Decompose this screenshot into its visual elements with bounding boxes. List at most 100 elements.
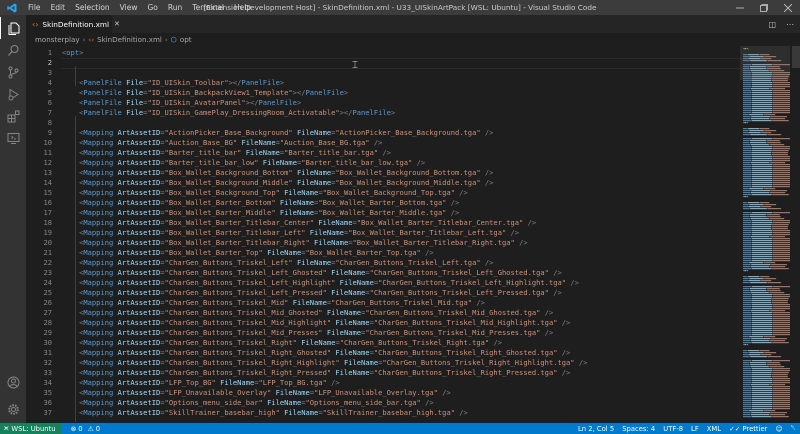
tab-skindefinition-xml[interactable]: ‹› SkinDefinition.xml ✕ [26,15,120,33]
code-line[interactable]: 2 [26,58,740,68]
end-of-line[interactable]: LF [687,425,703,433]
breadcrumb-file[interactable]: SkinDefinition.xml [97,35,162,44]
code-line[interactable]: 15 <Mapping ArtAssetID="Box_Wallet_Backg… [26,188,740,198]
explorer-button[interactable] [0,17,26,39]
problems-indicator[interactable]: ⊗ 0 ⚠ 0 [67,425,104,433]
menu-go[interactable]: Go [142,3,162,12]
feedback-button[interactable]: ☺ [771,425,786,433]
breadcrumb-folder[interactable]: monsterplay [35,35,80,44]
code-line[interactable]: 30 <Mapping ArtAssetID="CharGen_Buttons_… [26,338,740,348]
minimap-line [771,226,788,228]
cursor-position[interactable]: Ln 2, Col 5 [574,425,618,433]
search-button[interactable] [0,39,26,61]
code-line[interactable]: 24 <Mapping ArtAssetID="CharGen_Buttons_… [26,278,740,288]
code-line[interactable]: 11 <Mapping ArtAssetID="Barter_title_bar… [26,148,740,158]
close-window-button[interactable] [776,0,800,15]
code-line[interactable]: 29 <Mapping ArtAssetID="CharGen_Buttons_… [26,328,740,338]
code-line[interactable]: 18 <Mapping ArtAssetID="Box_Wallet_Barte… [26,218,740,228]
minimap-line [751,226,772,228]
menu-view[interactable]: View [115,3,143,12]
minimap-line [772,370,790,372]
split-editor-icon[interactable]: ◫ [768,20,776,29]
code-line[interactable]: 8 [26,118,740,128]
code-line[interactable]: 7 <PanelFile File="ID_UISkin_GamePlay_Dr… [26,108,740,118]
code-line[interactable]: 21 <Mapping ArtAssetID="Box_Wallet_Barte… [26,248,740,258]
encoding[interactable]: UTF-8 [659,425,687,433]
minimap-line [743,236,751,238]
minimap[interactable] [740,46,790,423]
token-p: /> [420,398,434,407]
code-line[interactable]: 37 <Mapping ArtAssetID="SkillTrainer_bas… [26,408,740,418]
indentation[interactable]: Spaces: 4 [618,425,659,433]
code-line[interactable]: 16 <Mapping ArtAssetID="Box_Wallet_Barte… [26,198,740,208]
code-line[interactable]: 26 <Mapping ArtAssetID="CharGen_Buttons_… [26,298,740,308]
minimap-line [772,324,790,326]
restore-button[interactable] [752,0,776,15]
menu-edit[interactable]: Edit [46,3,71,12]
minimap-slider[interactable] [740,46,790,80]
code-line[interactable]: 32 <Mapping ArtAssetID="CharGen_Buttons_… [26,358,740,368]
minimap-line [743,264,751,266]
code-line[interactable]: 4 <PanelFile File="ID_UISkin_Toolbar"></… [26,78,740,88]
minimize-button[interactable] [728,0,752,15]
minimap-line [760,202,770,204]
minimap-line [751,380,773,382]
menu-help[interactable]: Help [229,3,256,12]
minimap-line [769,118,786,120]
token-val: "Box_Wallet_Background_Bottom" [164,168,293,177]
code-line[interactable]: 17 <Mapping ArtAssetID="Box_Wallet_Barte… [26,208,740,218]
prettier-status[interactable]: ✓✓ Prettier [725,425,771,433]
code-editor[interactable]: ⌶ 1 <opt> 2 3 4 <PanelFile File="ID_UISkin_T… [26,46,800,423]
code-line[interactable]: 22 <Mapping ArtAssetID="CharGen_Buttons_… [26,258,740,268]
code-line[interactable]: 19 <Mapping ArtAssetID="Box_Wallet_Barte… [26,228,740,238]
run-debug-icon [8,88,19,100]
minimap-line [772,268,789,270]
code-line[interactable]: 9 <Mapping ArtAssetID="ActionPicker_Base… [26,128,740,138]
accounts-button[interactable] [0,371,26,393]
token-p: /> [369,138,383,147]
code-line[interactable]: 35 <Mapping ArtAssetID="LFP_Unavailable_… [26,388,740,398]
code-line[interactable]: 20 <Mapping ArtAssetID="Box_Wallet_Barte… [26,238,740,248]
source-control-button[interactable] [0,61,26,83]
minimap-line [750,290,767,292]
scrollbar-thumb[interactable] [792,46,800,68]
remote-indicator[interactable]: ⪤ WSL: Ubuntu [0,423,61,434]
code-line[interactable]: 13 <Mapping ArtAssetID="Box_Wallet_Backg… [26,168,740,178]
close-tab-icon[interactable]: ✕ [114,20,120,28]
code-line[interactable]: 36 <Mapping ArtAssetID="Options_menu_sid… [26,398,740,408]
code-line[interactable]: 1 <opt> [26,48,740,58]
menu-terminal[interactable]: Terminal [187,3,229,12]
code-line[interactable]: 3 [26,68,740,78]
notifications-button[interactable]: ␇ [787,424,800,433]
menu-run[interactable]: Run [163,3,187,12]
run-debug-button[interactable] [0,83,26,105]
line-number: 33 [43,368,52,377]
code-line[interactable]: 14 <Mapping ArtAssetID="Box_Wallet_Backg… [26,178,740,188]
code-line[interactable]: 12 <Mapping ArtAssetID="Barter_title_bar… [26,158,740,168]
code-line[interactable]: 10 <Mapping ArtAssetID="Auction_Base_BG"… [26,138,740,148]
code-line[interactable]: 25 <Mapping ArtAssetID="CharGen_Buttons_… [26,288,740,298]
code-text: <Mapping ArtAssetID="CharGen_Buttons_Tri… [62,288,562,298]
code-line[interactable]: 28 <Mapping ArtAssetID="CharGen_Buttons_… [26,318,740,328]
breadcrumb-element[interactable]: opt [180,35,192,44]
extensions-button[interactable] [0,105,26,127]
menu-file[interactable]: File [23,3,46,12]
minimap-line [743,230,752,232]
code-line[interactable]: 23 <Mapping ArtAssetID="CharGen_Buttons_… [26,268,740,278]
code-line[interactable]: 34 <Mapping ArtAssetID="LFP_Top_BG" File… [26,378,740,388]
code-line[interactable]: 27 <Mapping ArtAssetID="CharGen_Buttons_… [26,308,740,318]
remote-explorer-button[interactable] [0,127,26,149]
code-line[interactable]: 6 <PanelFile File="ID_UISkin_AvatarPanel… [26,98,740,108]
language-mode[interactable]: XML [703,425,725,433]
code-line[interactable]: 5 <PanelFile File="ID_UISkin_BackpackVie… [26,88,740,98]
menu-selection[interactable]: Selection [70,3,115,12]
code-line[interactable]: 33 <Mapping ArtAssetID="CharGen_Buttons_… [26,368,740,378]
more-actions-icon[interactable]: ⋯ [786,20,794,29]
minimap-line [750,144,769,146]
manage-button[interactable] [0,398,26,420]
code-text: <Mapping ArtAssetID="ActionPicker_Base_B… [62,128,493,138]
vertical-scrollbar[interactable] [792,46,800,423]
minimap-line [772,184,790,186]
code-line[interactable]: 31 <Mapping ArtAssetID="CharGen_Buttons_… [26,348,740,358]
token-attr: ArtAssetID [117,268,161,277]
